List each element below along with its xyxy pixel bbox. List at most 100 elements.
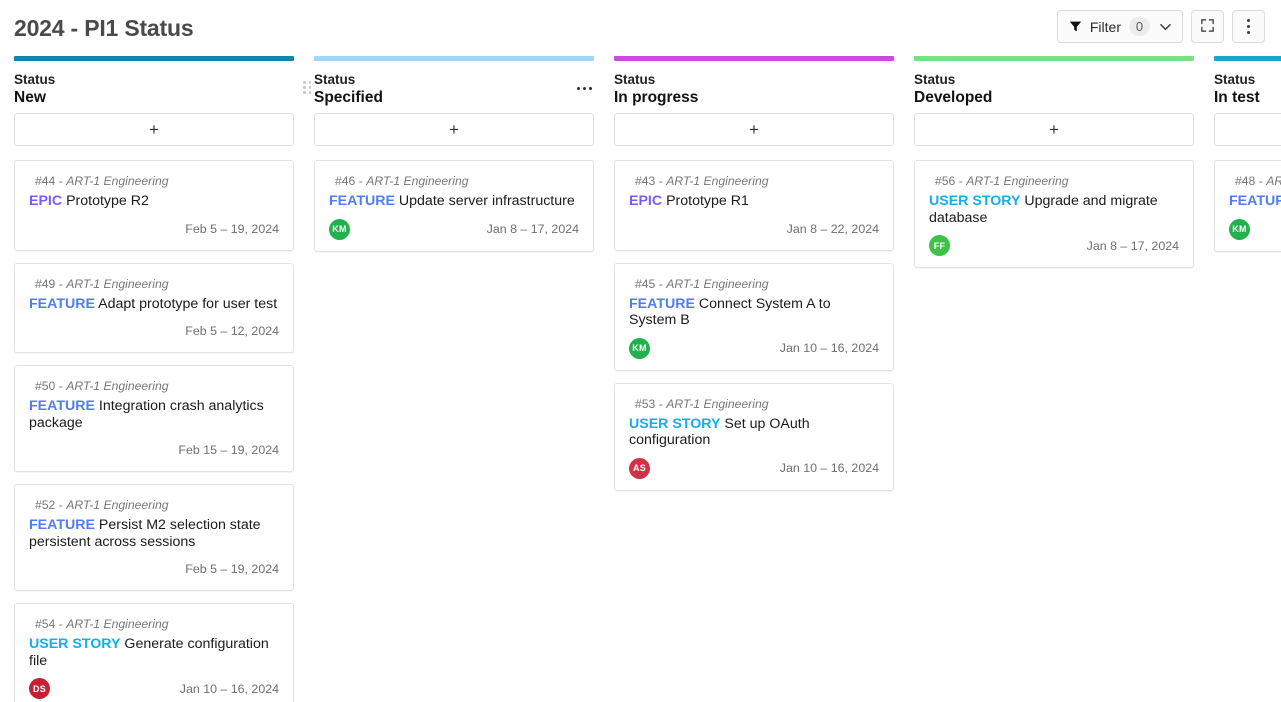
board-card[interactable]: #53 - ART-1 Engineering USER STORY Set up…	[614, 383, 894, 491]
card-date-range: Jan 10 – 16, 2024	[780, 461, 879, 475]
chevron-down-icon[interactable]	[1160, 23, 1171, 31]
board-column-developed: StatusDeveloped+#56 - ART-1 EngineeringU…	[914, 56, 1194, 702]
board-card[interactable]: #44 - ART-1 Engineering EPIC Prototype R2…	[14, 160, 294, 251]
card-team: ART-1 Engineering	[666, 397, 768, 411]
card-meta: #43 - ART-1 Engineering	[629, 174, 879, 188]
card-title: FEATURE authentication	[1229, 193, 1281, 210]
card-title-text: Update server infrastructure	[399, 193, 575, 209]
card-id: #49	[35, 277, 55, 291]
card-title-text: Prototype R1	[666, 193, 749, 209]
avatar: KM	[629, 338, 650, 359]
fullscreen-button[interactable]	[1191, 10, 1224, 43]
card-id: #46	[335, 174, 355, 188]
card-title-text: Prototype R2	[66, 193, 149, 209]
card-meta-separator: -	[1259, 174, 1263, 188]
card-id: #48	[1235, 174, 1255, 188]
card-meta: #53 - ART-1 Engineering	[629, 397, 879, 411]
card-title: USER STORY Generate configuration file	[29, 636, 279, 669]
add-card-button[interactable]: +	[914, 113, 1194, 146]
board-column-new: StatusNew+ #44 - ART-1 Engineering EPIC Pr…	[14, 56, 294, 702]
card-title: USER STORY Set up OAuth configuration	[629, 416, 879, 449]
avatar: KM	[329, 219, 350, 240]
card-meta-separator: -	[59, 277, 63, 291]
card-title: EPIC Prototype R1	[629, 193, 879, 210]
card-meta-separator: -	[59, 174, 63, 188]
card-meta: #46 - ART-1 Engineering	[329, 174, 579, 188]
board-card[interactable]: #50 - ART-1 Engineering FEATURE Integrati…	[14, 365, 294, 472]
card-title: FEATURE Persist M2 selection state persi…	[29, 517, 279, 550]
card-date-range: Jan 10 – 16, 2024	[180, 682, 279, 696]
column-header: StatusIn progress	[614, 61, 894, 113]
card-meta-separator: -	[659, 397, 663, 411]
column-title: In test	[1214, 88, 1281, 108]
board-column-specified: StatusSpecified+ #46 - ART-1 Engineering F…	[314, 56, 594, 702]
card-team: ART-1 Engineering	[66, 277, 168, 291]
card-type-tag: USER STORY	[629, 416, 720, 432]
card-title: FEATURE Connect System A to System B	[629, 296, 879, 329]
vertical-kebab-icon	[1247, 19, 1250, 34]
card-team: ART-1 Engineering	[66, 379, 168, 393]
column-drag-handle[interactable]	[303, 81, 312, 94]
card-meta-separator: -	[359, 174, 363, 188]
add-card-button[interactable]: +	[314, 113, 594, 146]
add-card-button[interactable]: +	[614, 113, 894, 146]
fullscreen-expand-icon	[1200, 18, 1215, 36]
card-team: ART-1 Engineering	[666, 277, 768, 291]
column-header: StatusNew	[14, 61, 294, 113]
board-card[interactable]: #52 - ART-1 Engineering FEATURE Persist M…	[14, 484, 294, 591]
card-footer: ASJan 10 – 16, 2024	[629, 458, 879, 479]
card-meta: #44 - ART-1 Engineering	[29, 174, 279, 188]
card-footer: Feb 5 – 12, 2024	[29, 321, 279, 341]
kanban-board: StatusNew+#44 - ART-1 EngineeringEPIC Pr…	[0, 56, 1281, 702]
column-menu-button[interactable]	[577, 87, 592, 90]
card-footer: FF Jan 8 – 17, 2024	[929, 235, 1179, 256]
card-id: #45	[635, 277, 655, 291]
card-team: ART-1 Engineering	[66, 174, 168, 188]
column-header: StatusIn test	[1214, 61, 1281, 113]
card-title: EPIC Prototype R2	[29, 193, 279, 210]
card-id: #50	[35, 379, 55, 393]
card-meta-separator: -	[659, 277, 663, 291]
card-id: #43	[635, 174, 655, 188]
card-team: ART-1 Engineering	[1266, 174, 1281, 188]
card-type-tag: FEATURE	[329, 193, 395, 209]
column-card-list: #48 - ART-1 Engineering FEATURE authentic…	[1214, 160, 1281, 252]
avatar: FF	[929, 235, 950, 256]
card-id: #56	[935, 174, 955, 188]
board-card[interactable]: #45 - ART-1 Engineering FEATURE Connect S…	[614, 263, 894, 371]
add-card-button[interactable]: +	[1214, 113, 1281, 146]
filter-button[interactable]: Filter 0	[1057, 10, 1183, 43]
column-status-label: Status	[914, 71, 1194, 88]
column-card-list: #43 - ART-1 Engineering EPIC Prototype R1…	[614, 160, 894, 491]
board-card[interactable]: #48 - ART-1 Engineering FEATURE authentic…	[1214, 160, 1281, 252]
card-meta-separator: -	[59, 617, 63, 631]
card-type-tag: FEATURE	[29, 398, 95, 414]
add-card-button[interactable]: +	[14, 113, 294, 146]
card-team: ART-1 Engineering	[666, 174, 768, 188]
more-options-button[interactable]	[1232, 10, 1265, 43]
board-card[interactable]: #56 - ART-1 EngineeringUSER STORY Upgrad…	[914, 160, 1194, 268]
board-card[interactable]: #54 - ART-1 Engineering USER STORY Genera…	[14, 603, 294, 702]
card-meta-separator: -	[59, 379, 63, 393]
card-meta: #48 - ART-1 Engineering	[1229, 174, 1281, 188]
card-title-text: Adapt prototype for user test	[98, 296, 277, 312]
card-team: ART-1 Engineering	[66, 498, 168, 512]
column-header: StatusSpecified	[314, 61, 594, 113]
board-card[interactable]: #43 - ART-1 Engineering EPIC Prototype R1…	[614, 160, 894, 251]
card-meta: #54 - ART-1 Engineering	[29, 617, 279, 631]
card-footer: Feb 5 – 19, 2024	[29, 559, 279, 579]
board-column-in-progress: StatusIn progress+ #43 - ART-1 Engineerin…	[614, 56, 894, 702]
card-team: ART-1 Engineering	[66, 617, 168, 631]
card-date-range: Jan 8 – 22, 2024	[787, 222, 879, 236]
card-date-range: Feb 5 – 12, 2024	[185, 324, 279, 338]
board-card[interactable]: #49 - ART-1 EngineeringFEATURE Adapt pro…	[14, 263, 294, 354]
card-title: FEATURE Integration crash analytics pack…	[29, 398, 279, 431]
board-card[interactable]: #46 - ART-1 Engineering FEATURE Update se…	[314, 160, 594, 252]
card-id: #44	[35, 174, 55, 188]
column-card-list: #46 - ART-1 Engineering FEATURE Update se…	[314, 160, 594, 252]
card-meta: #52 - ART-1 Engineering	[29, 498, 279, 512]
card-date-range: Jan 8 – 17, 2024	[1087, 239, 1179, 253]
card-type-tag: EPIC	[29, 193, 62, 209]
card-team: ART-1 Engineering	[366, 174, 468, 188]
card-footer: KMJan 8 – 17, 2024	[1229, 219, 1281, 240]
